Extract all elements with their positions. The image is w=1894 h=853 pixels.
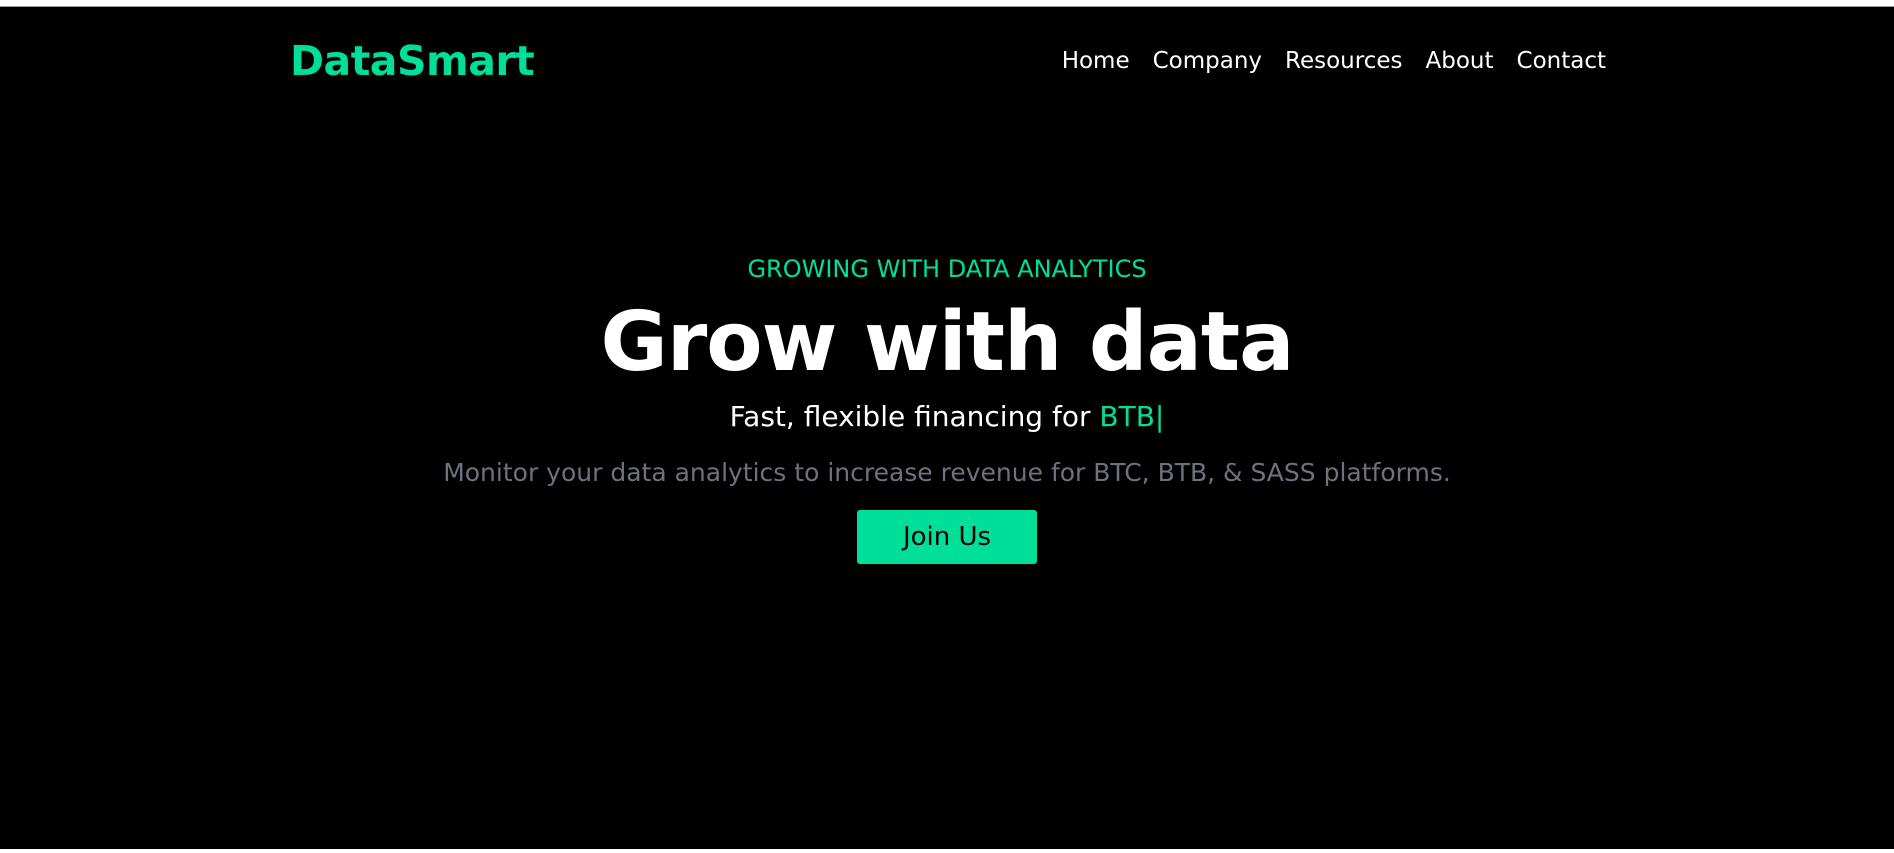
nav-item-contact[interactable]: Contact bbox=[1517, 47, 1606, 75]
hero-eyebrow: GROWING WITH DATA ANALYTICS bbox=[747, 255, 1147, 283]
nav-item-resources[interactable]: Resources bbox=[1285, 47, 1402, 75]
hero-subline-prefix: Fast, flexible financing for bbox=[729, 400, 1091, 433]
typed-text: BTB| bbox=[1099, 400, 1165, 433]
nav-item-home[interactable]: Home bbox=[1062, 47, 1130, 75]
page-background: DataSmart Home Company Resources About C… bbox=[0, 6, 1894, 849]
logo[interactable]: DataSmart bbox=[290, 37, 535, 85]
nav-links: Home Company Resources About Contact bbox=[1062, 47, 1606, 75]
hero-description: Monitor your data analytics to increase … bbox=[443, 458, 1451, 487]
join-us-button[interactable]: Join Us bbox=[857, 510, 1037, 564]
nav-item-about[interactable]: About bbox=[1426, 47, 1494, 75]
navbar: DataSmart Home Company Resources About C… bbox=[290, 35, 1606, 91]
hero-subline: Fast, flexible financing for BTB| bbox=[0, 399, 1894, 435]
nav-item-company[interactable]: Company bbox=[1153, 47, 1262, 75]
hero-headline: Grow with data bbox=[600, 295, 1295, 390]
